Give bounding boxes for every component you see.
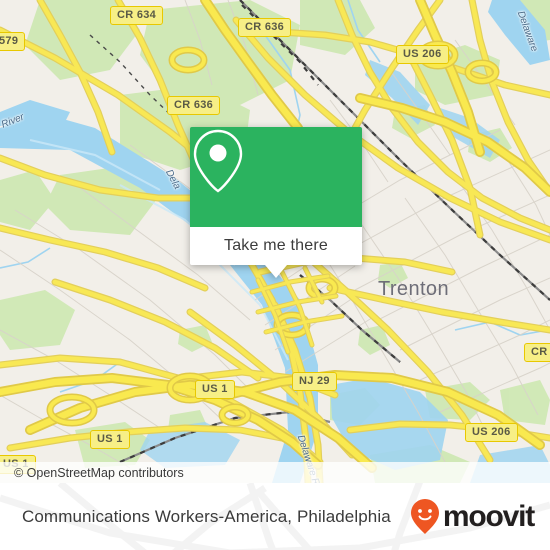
moovit-smiley-pin-icon: [410, 498, 439, 534]
footer-bar: Communications Workers-America, Philadel…: [0, 483, 550, 550]
route-shield-us-1-lower[interactable]: US 1: [90, 430, 130, 449]
popup-tail: [265, 265, 287, 278]
route-shield-us-1-center[interactable]: US 1: [195, 380, 235, 399]
route-shield-cr-636-left[interactable]: CR 636: [167, 96, 221, 115]
route-shield-us-206-top[interactable]: US 206: [396, 45, 449, 64]
route-shield-cr-edge[interactable]: CR: [524, 343, 550, 362]
route-shield-us-206-bottom[interactable]: US 206: [465, 423, 518, 442]
route-shield-cr-634[interactable]: CR 634: [110, 6, 164, 25]
map-canvas[interactable]: Trenton River Delaware R Dela Delaware C…: [0, 0, 550, 483]
route-shield-cr-636-top[interactable]: CR 636: [238, 18, 292, 37]
place-label-trenton: Trenton: [378, 278, 449, 300]
moovit-wordmark: moovit: [442, 499, 535, 533]
map-attribution[interactable]: © OpenStreetMap contributors: [0, 462, 550, 483]
popup-icon-area: [190, 127, 362, 227]
attribution-text: © OpenStreetMap contributors: [14, 465, 184, 480]
moovit-logo[interactable]: moovit: [410, 498, 535, 536]
take-me-there-button[interactable]: Take me there: [190, 227, 362, 265]
take-me-there-label: Take me there: [224, 237, 328, 254]
screenshot-root: Trenton River Delaware R Dela Delaware C…: [0, 0, 550, 550]
route-shield-nj-29[interactable]: NJ 29: [292, 372, 337, 391]
footer-content: Communications Workers-America, Philadel…: [0, 483, 550, 550]
place-title: Communications Workers-America, Philadel…: [22, 506, 391, 526]
route-shield-579[interactable]: 579: [0, 32, 26, 51]
location-pin-icon: [193, 129, 243, 193]
location-popup-card[interactable]: Take me there: [190, 127, 362, 278]
